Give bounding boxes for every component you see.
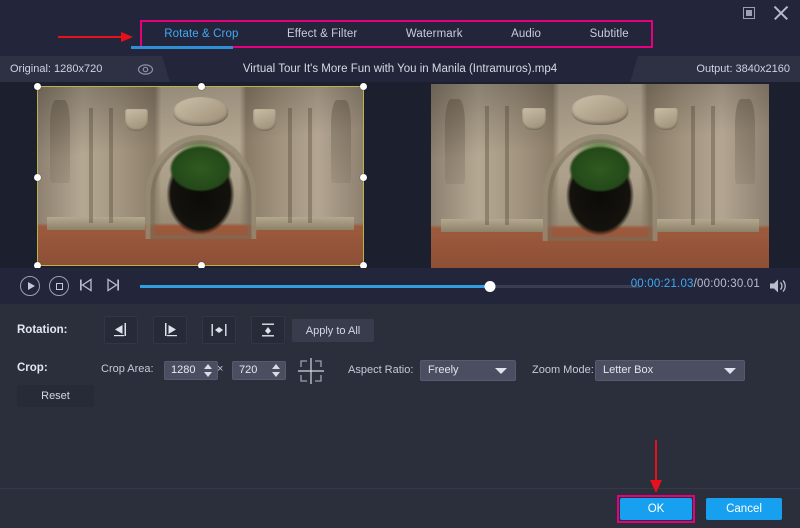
tab-effect-filter[interactable]: Effect & Filter xyxy=(263,20,382,48)
rotate-left-button[interactable] xyxy=(104,316,138,344)
tab-rotate-crop[interactable]: Rotate & Crop xyxy=(140,20,263,48)
current-time: 00:00:21.03 xyxy=(631,278,694,290)
crop-dimension-separator: × xyxy=(217,363,223,375)
tab-subtitle[interactable]: Subtitle xyxy=(565,20,653,48)
zoom-mode-select[interactable]: Letter Box xyxy=(595,360,745,381)
previous-frame-icon[interactable] xyxy=(78,277,94,298)
ok-button[interactable]: OK xyxy=(620,498,692,520)
active-tab-underline xyxy=(131,46,233,49)
player-controls-bar: 00:00:21.03/00:00:30.01 xyxy=(0,268,800,304)
seek-slider-knob[interactable] xyxy=(485,281,496,292)
info-bar: Original: 1280x720 Virtual Tour It's Mor… xyxy=(0,56,800,82)
total-time: 00:00:30.01 xyxy=(697,278,760,290)
maximize-icon[interactable] xyxy=(740,4,758,22)
rotate-right-icon xyxy=(161,322,179,338)
stop-icon[interactable] xyxy=(49,276,69,296)
video-converter-edit-dialog: Rotate & Crop Effect & Filter Watermark … xyxy=(0,0,800,528)
aspect-ratio-label: Aspect Ratio: xyxy=(348,364,413,376)
zoom-mode-value: Letter Box xyxy=(603,361,653,380)
volume-icon[interactable] xyxy=(768,277,788,295)
seek-slider-fill xyxy=(140,285,490,288)
red-arrow-to-tabs xyxy=(58,32,140,42)
flip-horizontal-icon xyxy=(210,322,228,338)
output-resolution-label: Output: 3840x2160 xyxy=(696,56,790,82)
seek-slider[interactable] xyxy=(140,285,640,288)
rotation-label: Rotation: xyxy=(17,324,67,336)
next-frame-icon[interactable] xyxy=(105,277,121,298)
crop-height-input[interactable]: 720 xyxy=(232,361,286,380)
crop-handle-top-left[interactable] xyxy=(34,83,41,90)
rotate-right-button[interactable] xyxy=(153,316,187,344)
tab-audio[interactable]: Audio xyxy=(487,20,565,48)
crop-label: Crop: xyxy=(17,362,48,374)
crop-handle-top-right[interactable] xyxy=(360,83,367,90)
crop-handle-middle-right[interactable] xyxy=(360,174,367,181)
source-preview[interactable] xyxy=(0,82,400,268)
tab-watermark[interactable]: Watermark xyxy=(382,20,487,48)
play-icon[interactable] xyxy=(20,276,40,296)
aspect-ratio-select[interactable]: Freely xyxy=(420,360,516,381)
crop-width-value: 1280 xyxy=(171,362,195,379)
output-video-frame xyxy=(431,84,769,268)
output-preview xyxy=(400,82,800,268)
time-display: 00:00:21.03/00:00:30.01 xyxy=(631,278,760,290)
crop-handle-top-center[interactable] xyxy=(198,83,205,90)
chevron-down-icon xyxy=(724,368,736,374)
flip-horizontal-button[interactable] xyxy=(202,316,236,344)
flip-vertical-button[interactable] xyxy=(251,316,285,344)
file-name-label: Virtual Tour It's More Fun with You in M… xyxy=(0,56,800,82)
crop-width-input[interactable]: 1280 xyxy=(164,361,218,380)
window-controls xyxy=(740,4,790,22)
crop-handle-middle-left[interactable] xyxy=(34,174,41,181)
preview-area xyxy=(0,82,800,268)
apply-to-all-button[interactable]: Apply to All xyxy=(292,319,374,342)
aspect-ratio-value: Freely xyxy=(428,361,459,380)
rotate-left-icon xyxy=(112,322,130,338)
source-video-frame xyxy=(37,86,364,266)
close-icon[interactable] xyxy=(772,4,790,22)
reset-button[interactable]: Reset xyxy=(17,385,94,407)
cancel-button[interactable]: Cancel xyxy=(706,498,782,520)
crop-area-label: Crop Area: xyxy=(101,363,154,375)
zoom-mode-label: Zoom Mode: xyxy=(532,364,594,376)
tab-bar: Rotate & Crop Effect & Filter Watermark … xyxy=(140,20,653,48)
flip-vertical-icon xyxy=(259,322,277,338)
crop-height-stepper[interactable] xyxy=(271,363,282,378)
crop-width-stepper[interactable] xyxy=(203,363,214,378)
crop-position-icon[interactable] xyxy=(297,357,325,385)
chevron-down-icon xyxy=(495,368,507,374)
crop-height-value: 720 xyxy=(239,362,257,379)
